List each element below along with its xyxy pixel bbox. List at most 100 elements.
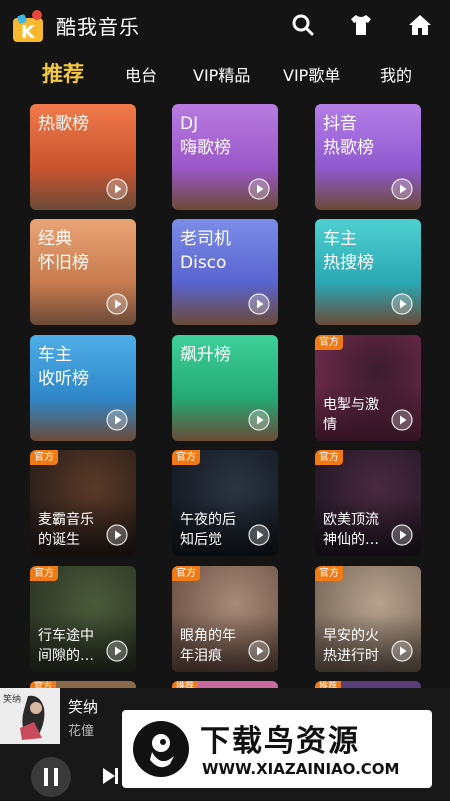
card-title: 欧美顶流神仙的… bbox=[323, 510, 387, 550]
watermark-overlay: 下载鸟资源 WWW.XIAZAINIAO.COM bbox=[122, 710, 432, 788]
tshirt-icon[interactable] bbox=[348, 12, 374, 38]
play-icon[interactable] bbox=[106, 524, 128, 546]
card-title-line1: 车主 bbox=[38, 345, 72, 365]
play-icon[interactable] bbox=[248, 640, 270, 662]
play-icon[interactable] bbox=[106, 409, 128, 431]
playlist-card[interactable]: 官方麦霸音乐的诞生 bbox=[30, 450, 136, 556]
card-title-line1: 车主 bbox=[323, 229, 357, 249]
card-title-line1: 早安的火 bbox=[323, 628, 379, 644]
playlist-card[interactable]: 抖音 热歌榜 bbox=[315, 104, 421, 210]
card-title: 电掣与激情 bbox=[323, 395, 387, 435]
playlist-card[interactable]: 官方眼角的年年泪痕 bbox=[172, 566, 278, 672]
card-title-line1: 欧美顶流 bbox=[323, 512, 379, 528]
card-title-line1: 电掣与激 bbox=[323, 397, 379, 413]
tab-mine[interactable]: 我的 bbox=[380, 62, 412, 86]
play-icon[interactable] bbox=[391, 178, 413, 200]
search-icon[interactable] bbox=[290, 12, 316, 38]
play-icon[interactable] bbox=[391, 640, 413, 662]
official-badge: 官方 bbox=[315, 450, 343, 465]
card-title-line2: 热歌榜 bbox=[323, 138, 374, 158]
playlist-card[interactable]: 老司机 Disco bbox=[172, 219, 278, 325]
home-icon[interactable] bbox=[407, 12, 433, 38]
card-title: 抖音 热歌榜 bbox=[323, 112, 374, 160]
card-title: 经典 怀旧榜 bbox=[38, 227, 89, 275]
play-icon[interactable] bbox=[248, 409, 270, 431]
card-title-line2: 怀旧榜 bbox=[38, 253, 89, 273]
play-icon[interactable] bbox=[106, 640, 128, 662]
playlist-card[interactable]: 官方 电掣与激情 bbox=[315, 335, 421, 441]
card-title-line1: 行车途中 bbox=[38, 628, 94, 644]
tab-vip-premium[interactable]: VIP精品 bbox=[193, 62, 250, 86]
watermark-brand: 下载鸟资源 bbox=[200, 724, 360, 759]
playlist-card[interactable]: 官方欧美顶流神仙的… bbox=[315, 450, 421, 556]
card-title-line2: 知后觉 bbox=[180, 532, 222, 548]
card-title-line2: Disco bbox=[180, 253, 227, 273]
playlist-card[interactable]: 热歌榜 bbox=[30, 104, 136, 210]
play-icon[interactable] bbox=[391, 293, 413, 315]
play-icon[interactable] bbox=[106, 293, 128, 315]
official-badge: 官方 bbox=[172, 566, 200, 581]
playlist-card[interactable]: 飙升榜 bbox=[172, 335, 278, 441]
card-title: 眼角的年 年泪痕 bbox=[180, 626, 244, 666]
playlist-card[interactable]: 车主 收听榜 bbox=[30, 335, 136, 441]
play-icon[interactable] bbox=[391, 409, 413, 431]
svg-text:K: K bbox=[21, 22, 36, 43]
album-cover-text: 笑纳 bbox=[3, 695, 22, 705]
playlist-card[interactable]: DJ 嗨歌榜 bbox=[172, 104, 278, 210]
album-cover[interactable]: 笑纳 bbox=[0, 688, 60, 744]
official-badge: 官方 bbox=[30, 450, 58, 465]
bird-logo-icon bbox=[133, 721, 189, 777]
play-icon[interactable] bbox=[248, 293, 270, 315]
official-badge: 官方 bbox=[30, 566, 58, 581]
card-title: 行车途中间隙的… bbox=[38, 626, 102, 666]
card-title-line1: DJ bbox=[180, 114, 199, 134]
card-title-line1: 经典 bbox=[38, 229, 72, 249]
card-title-line2: 热搜榜 bbox=[323, 253, 374, 273]
tab-vip-playlist[interactable]: VIP歌单 bbox=[283, 62, 340, 86]
card-title: DJ 嗨歌榜 bbox=[180, 112, 231, 160]
app-title: 酷我音乐 bbox=[56, 15, 140, 39]
playlist-card[interactable]: 官方午夜的后知后觉 bbox=[172, 450, 278, 556]
official-badge: 官方 bbox=[315, 566, 343, 581]
card-title-line1: 热歌榜 bbox=[38, 114, 89, 134]
card-title: 车主 收听榜 bbox=[38, 343, 89, 391]
next-icon[interactable] bbox=[100, 766, 120, 786]
playlist-card[interactable]: 官方行车途中间隙的… bbox=[30, 566, 136, 672]
card-title-line2: 的诞生 bbox=[38, 532, 80, 548]
official-badge: 官方 bbox=[172, 450, 200, 465]
card-title-line2: 间隙的… bbox=[38, 648, 94, 664]
playlist-card[interactable]: 经典 怀旧榜 bbox=[30, 219, 136, 325]
card-title-line1: 老司机 bbox=[180, 229, 231, 249]
card-title: 早安的火 热进行时 bbox=[323, 626, 387, 666]
card-title: 麦霸音乐 的诞生 bbox=[38, 510, 102, 550]
card-title-line1: 午夜的后 bbox=[180, 512, 236, 528]
card-title: 热歌榜 bbox=[38, 112, 89, 136]
play-icon[interactable] bbox=[248, 178, 270, 200]
card-title-line2: 神仙的… bbox=[323, 532, 379, 548]
playlist-card[interactable]: 车主 热搜榜 bbox=[315, 219, 421, 325]
card-title-line2: 情 bbox=[323, 417, 337, 433]
tab-recommend[interactable]: 推荐 bbox=[42, 58, 84, 88]
card-title-line2: 嗨歌榜 bbox=[180, 138, 231, 158]
card-title-line2: 收听榜 bbox=[38, 369, 89, 389]
tab-radio[interactable]: 电台 bbox=[125, 62, 157, 86]
playlist-card[interactable]: 官方早安的火 热进行时 bbox=[315, 566, 421, 672]
card-title: 飙升榜 bbox=[180, 343, 231, 367]
top-tabs: 推荐 电台 VIP精品 VIP歌单 我的 bbox=[0, 52, 450, 96]
artist-name[interactable]: 花僮 bbox=[68, 720, 94, 739]
card-title-line1: 抖音 bbox=[323, 114, 357, 134]
song-title[interactable]: 笑纳 bbox=[68, 696, 98, 717]
card-title: 车主 热搜榜 bbox=[323, 227, 374, 275]
card-title-line1: 飙升榜 bbox=[180, 345, 231, 365]
pause-icon bbox=[44, 768, 58, 786]
play-icon[interactable] bbox=[391, 524, 413, 546]
pause-button[interactable] bbox=[31, 757, 71, 797]
card-title-line2: 年泪痕 bbox=[180, 648, 222, 664]
play-icon[interactable] bbox=[106, 178, 128, 200]
card-title: 老司机 Disco bbox=[180, 227, 231, 275]
watermark-url: WWW.XIAZAINIAO.COM bbox=[202, 760, 400, 778]
card-title-line1: 麦霸音乐 bbox=[38, 512, 94, 528]
play-icon[interactable] bbox=[248, 524, 270, 546]
card-title-line1: 眼角的年 bbox=[180, 628, 236, 644]
card-title: 午夜的后 知后觉 bbox=[180, 510, 244, 550]
